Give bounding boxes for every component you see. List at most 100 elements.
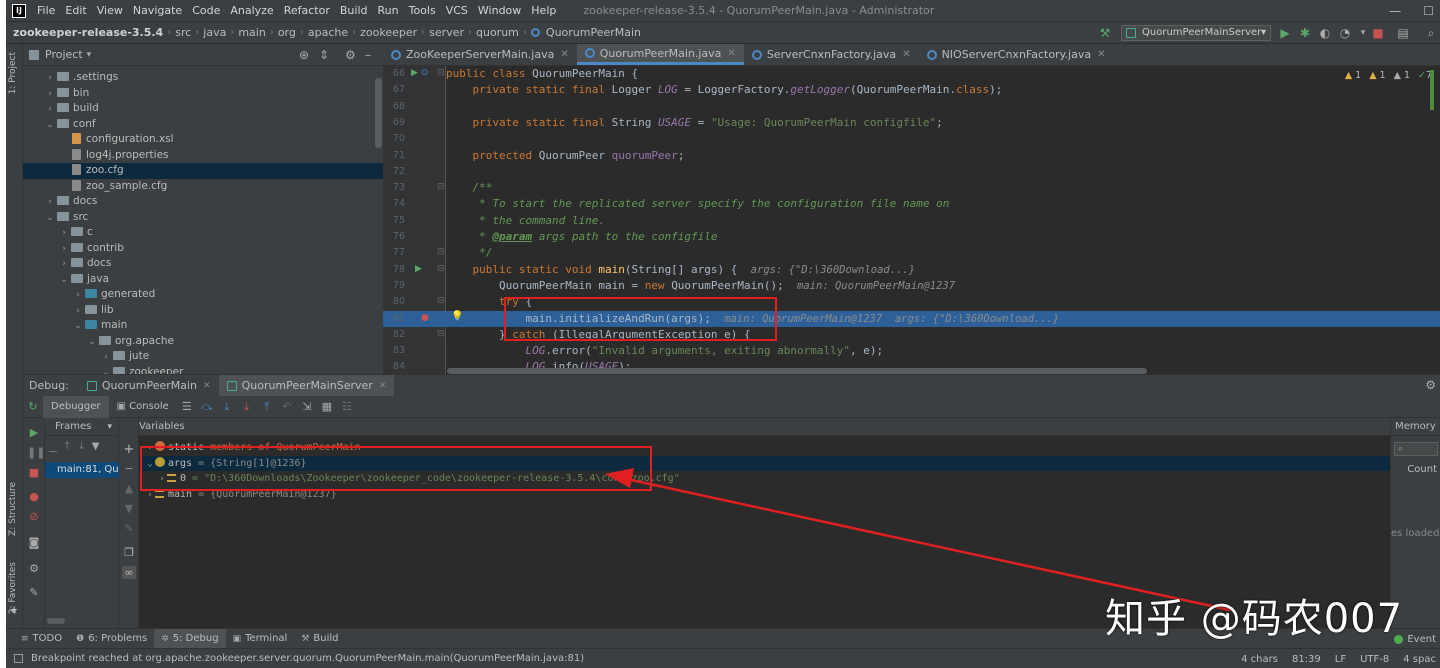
menu-item-run[interactable]: Run [373, 4, 404, 17]
copy-icon[interactable]: ❐ [122, 546, 136, 559]
locate-icon[interactable]: ⊕ [299, 48, 309, 62]
menu-item-help[interactable]: Help [526, 4, 561, 17]
close-icon[interactable]: ✕ [560, 49, 568, 60]
resume-icon[interactable]: ▶ [27, 426, 41, 440]
code-line[interactable]: LOG.error("Invalid arguments, exiting ab… [446, 343, 1440, 359]
gear-icon[interactable]: ⚙ [345, 48, 356, 62]
code-line[interactable]: * @param args path to the configfile [446, 229, 1440, 245]
breadcrumb-item[interactable]: quorum [473, 26, 522, 39]
code-line[interactable]: protected QuorumPeer quorumPeer; [446, 148, 1440, 164]
tree-item[interactable]: › jute [23, 349, 383, 365]
frame-item-selected[interactable]: main:81, Quo [45, 462, 119, 478]
breadcrumb-item[interactable]: org [275, 26, 299, 39]
thread-dropdown[interactable] [49, 440, 57, 452]
tool-window-tab[interactable]: ⚒ Build [294, 629, 345, 649]
tree-item[interactable]: configuration.xsl [23, 132, 383, 148]
code-line[interactable] [446, 164, 1440, 180]
toggle-tool-windows-icon[interactable] [14, 654, 23, 663]
run-to-cursor-icon[interactable]: ⇲ [299, 400, 315, 413]
menu-item-file[interactable]: File [32, 4, 60, 17]
search-everywhere-icon[interactable]: ⌕ [1424, 26, 1438, 40]
pause-icon[interactable]: ❚❚ [27, 446, 45, 460]
chevron-down-icon[interactable]: ▾ [107, 418, 112, 436]
tree-item[interactable]: ⌄ main [23, 318, 383, 334]
menu-item-window[interactable]: Window [473, 4, 526, 17]
maximize-icon[interactable]: ☐ [1423, 4, 1434, 18]
project-scrollbar[interactable] [375, 78, 382, 148]
tool-window-tab[interactable]: ▣ Terminal [226, 629, 295, 649]
tree-item[interactable]: ⌄ conf [23, 117, 383, 133]
project-structure-icon[interactable]: ▤ [1396, 26, 1410, 40]
run-icon[interactable]: ▶ [1278, 26, 1292, 40]
breadcrumb-item[interactable]: server [426, 26, 467, 39]
error-stripe-marker[interactable] [1430, 70, 1434, 110]
step-out-icon[interactable]: ⤒ [259, 400, 275, 414]
breadcrumb-item[interactable]: main [235, 26, 268, 39]
close-icon[interactable]: ✕ [203, 381, 211, 391]
tree-item[interactable]: › contrib [23, 241, 383, 257]
gear-icon[interactable]: ⚙ [1425, 378, 1436, 392]
remove-watch-icon[interactable]: − [122, 462, 136, 475]
settings-icon[interactable]: ⚙ [27, 562, 41, 576]
arrow-down-icon[interactable]: ↓ [77, 441, 85, 452]
mute-breakpoints-icon[interactable]: ⊘ [27, 510, 41, 524]
code-line[interactable]: public class QuorumPeerMain { [446, 66, 1440, 82]
menu-item-view[interactable]: View [92, 4, 128, 17]
add-watch-icon[interactable]: + [122, 442, 136, 457]
tree-item[interactable]: zoo_sample.cfg [23, 179, 383, 195]
project-view-label[interactable]: Project [45, 48, 83, 61]
tab-project[interactable]: 1: Project [8, 52, 18, 94]
tree-item[interactable]: › lib [23, 303, 383, 319]
profile-icon[interactable]: ◔ [1338, 26, 1352, 40]
code-line[interactable] [446, 131, 1440, 147]
menu-item-tools[interactable]: Tools [404, 4, 441, 17]
tree-item[interactable]: › docs [23, 256, 383, 272]
editor-tab[interactable]: QuorumPeerMain.java ✕ [576, 44, 744, 65]
move-down-icon[interactable]: ▼ [122, 502, 136, 515]
more-chevron-icon[interactable]: ▾ [1356, 26, 1370, 40]
tree-item[interactable]: ⌄ src [23, 210, 383, 226]
hide-icon[interactable]: – [365, 48, 371, 62]
minimize-icon[interactable]: — [1389, 4, 1401, 18]
tree-item[interactable]: zoo.cfg [23, 163, 383, 179]
build-hammer-icon[interactable]: ⚒ [1098, 26, 1112, 40]
debug-session-tab[interactable]: QuorumPeerMain ✕ [79, 375, 219, 397]
menu-item-code[interactable]: Code [187, 4, 225, 17]
menu-item-navigate[interactable]: Navigate [128, 4, 187, 17]
star-icon[interactable]: ★ [10, 606, 18, 616]
debug-session-tab[interactable]: QuorumPeerMainServer ✕ [218, 374, 395, 397]
breadcrumb-item[interactable]: zookeeper-release-3.5.4 [10, 26, 166, 39]
tree-item[interactable]: › docs [23, 194, 383, 210]
lightbulb-icon[interactable]: 💡 [451, 311, 463, 322]
memory-title[interactable]: Memory [1391, 418, 1440, 436]
tab-console[interactable]: ▣ Console [109, 396, 177, 418]
code-line[interactable]: * To start the replicated server specify… [446, 196, 1440, 212]
menu-item-edit[interactable]: Edit [60, 4, 91, 17]
run-configuration-select[interactable]: QuorumPeerMainServer ▾ [1121, 25, 1271, 41]
code-line[interactable]: private static final String USAGE = "Usa… [446, 115, 1440, 131]
code-line[interactable]: private static final Logger LOG = Logger… [446, 82, 1440, 98]
code-line[interactable]: * the command line. [446, 213, 1440, 229]
tree-item[interactable]: › .settings [23, 70, 383, 86]
editor-tab[interactable]: ServerCnxnFactory.java ✕ [744, 44, 919, 65]
debug-bug-icon[interactable]: ✱ [1298, 26, 1312, 40]
drop-frame-icon[interactable]: ↶ [279, 400, 295, 413]
tree-item[interactable]: › bin [23, 86, 383, 102]
memory-search-input[interactable]: ⌕ [1394, 442, 1438, 456]
move-up-icon[interactable]: ▲ [122, 482, 136, 495]
inspection-widget[interactable]: ▲ 1 ▲ 1 ▲ 1 ✓7 [1345, 70, 1432, 81]
file-encoding[interactable]: UTF-8 [1360, 654, 1389, 665]
stop-icon[interactable]: ■ [1371, 26, 1385, 40]
trace-icon[interactable]: ☷ [339, 400, 355, 413]
frames-scrollbar[interactable] [47, 618, 65, 624]
tree-item[interactable]: › c [23, 225, 383, 241]
close-icon[interactable]: ✕ [1097, 49, 1105, 60]
tree-item[interactable]: ⌄ org.apache [23, 334, 383, 350]
tree-item[interactable]: › generated [23, 287, 383, 303]
edit-icon[interactable]: ✎ [122, 522, 136, 535]
close-icon[interactable]: ✕ [727, 48, 735, 59]
breadcrumb-item[interactable]: apache [305, 26, 351, 39]
step-into-icon[interactable]: ⤓ [219, 400, 235, 414]
view-breakpoints-icon[interactable]: ● [27, 490, 41, 504]
glasses-icon[interactable]: ∞ [122, 566, 136, 579]
